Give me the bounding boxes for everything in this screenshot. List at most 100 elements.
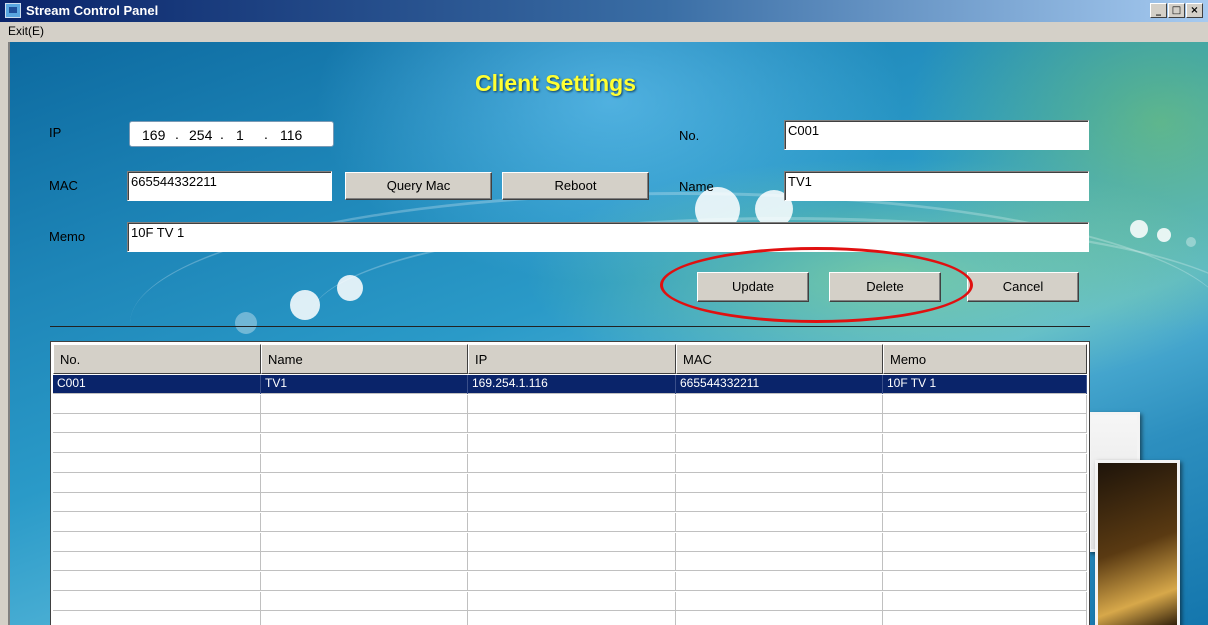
close-button[interactable]: × (1186, 3, 1203, 18)
table-cell-empty (468, 532, 676, 552)
cell-no: C001 (53, 375, 261, 394)
table-cell-empty (676, 572, 883, 591)
table-cell-empty (261, 572, 468, 591)
background-bubble (1186, 237, 1196, 247)
table-cell-empty (468, 591, 676, 611)
column-header-mac[interactable]: MAC (676, 344, 883, 374)
table-row-empty[interactable] (53, 591, 1087, 611)
menu-bar: Exit(E) (0, 22, 1208, 42)
table-cell-empty (883, 591, 1087, 611)
table-row-empty[interactable] (53, 434, 1087, 454)
clients-table[interactable]: No. Name IP MAC Memo C001 TV1 169.254.1.… (50, 341, 1090, 625)
table-cell-empty (53, 473, 261, 493)
table-row-empty[interactable] (53, 532, 1087, 552)
table-cell-empty (676, 453, 883, 473)
cell-memo: 10F TV 1 (883, 375, 1087, 394)
divider (50, 326, 1090, 327)
column-header-ip[interactable]: IP (468, 344, 676, 374)
table-cell-empty (468, 552, 676, 572)
table-row-empty[interactable] (53, 414, 1087, 434)
client-settings-panel: Client Settings IP 169 . 254 . 1 . 116 N… (8, 42, 1208, 625)
query-mac-button[interactable]: Query Mac (345, 172, 492, 200)
table-cell-empty (468, 512, 676, 532)
reboot-button[interactable]: Reboot (502, 172, 649, 200)
mac-label: MAC (49, 178, 78, 193)
name-label: Name (679, 179, 714, 194)
table-row-empty[interactable] (53, 453, 1087, 473)
table-row-empty[interactable] (53, 572, 1087, 591)
table-cell-empty (676, 394, 883, 414)
table-cell-empty (53, 611, 261, 625)
table-cell-empty (261, 512, 468, 532)
table-cell-empty (53, 532, 261, 552)
table-cell-empty (883, 453, 1087, 473)
table-row[interactable]: C001 TV1 169.254.1.116 665544332211 10F … (53, 375, 1087, 394)
background-bubble (337, 275, 363, 301)
table-cell-empty (53, 394, 261, 414)
no-field[interactable]: C001 (784, 120, 1089, 150)
delete-button[interactable]: Delete (829, 272, 941, 302)
table-cell-empty (261, 473, 468, 493)
table-cell-empty (883, 473, 1087, 493)
ip-octet-4[interactable]: 116 (280, 127, 302, 143)
ip-octet-separator: . (264, 126, 268, 142)
column-header-name[interactable]: Name (261, 344, 468, 374)
page-title: Client Settings (475, 70, 637, 96)
table-cell-empty (676, 414, 883, 434)
table-row-empty[interactable] (53, 552, 1087, 572)
update-button[interactable]: Update (697, 272, 809, 302)
mac-field[interactable]: 665544332211 (127, 171, 332, 201)
table-cell-empty (468, 473, 676, 493)
ip-label: IP (49, 125, 62, 140)
table-header: No. Name IP MAC Memo (53, 344, 1087, 374)
app-icon (5, 3, 21, 18)
table-cell-empty (261, 552, 468, 572)
decorative-photo (1095, 460, 1180, 625)
table-row-empty[interactable] (53, 512, 1087, 532)
ip-octet-1[interactable]: 169 (142, 127, 165, 143)
table-cell-empty (883, 611, 1087, 625)
cell-ip: 169.254.1.116 (468, 375, 676, 394)
memo-field[interactable]: 10F TV 1 (127, 222, 1089, 252)
ip-octet-2[interactable]: 254 (189, 127, 212, 143)
table-cell-empty (676, 473, 883, 493)
cell-mac: 665544332211 (676, 375, 883, 394)
ip-address-field[interactable]: 169 . 254 . 1 . 116 (129, 121, 334, 147)
table-row-empty[interactable] (53, 473, 1087, 493)
background-bubble (235, 312, 257, 334)
ip-octet-3[interactable]: 1 (236, 127, 244, 143)
table-cell-empty (883, 512, 1087, 532)
table-cell-empty (261, 414, 468, 434)
minimize-button[interactable]: _ (1150, 3, 1167, 18)
table-cell-empty (676, 532, 883, 552)
menu-exit[interactable]: Exit(E) (8, 24, 44, 38)
background-bubble (1130, 220, 1148, 238)
column-header-no[interactable]: No. (53, 344, 261, 374)
table-cell-empty (261, 532, 468, 552)
background-bubble (290, 290, 320, 320)
cell-name: TV1 (261, 375, 468, 394)
background-bubble (1157, 228, 1171, 242)
table-cell-empty (676, 552, 883, 572)
table-cell-empty (676, 512, 883, 532)
table-cell-empty (676, 493, 883, 513)
column-header-memo[interactable]: Memo (883, 344, 1087, 374)
name-field[interactable]: TV1 (784, 171, 1089, 201)
table-cell-empty (468, 572, 676, 591)
table-cell-empty (261, 493, 468, 513)
table-cell-empty (261, 591, 468, 611)
table-cell-empty (468, 493, 676, 513)
table-row-empty[interactable] (53, 611, 1087, 625)
table-cell-empty (676, 611, 883, 625)
table-cell-empty (883, 414, 1087, 434)
table-cell-empty (53, 552, 261, 572)
maximize-button[interactable]: □ (1168, 3, 1185, 18)
table-cell-empty (468, 414, 676, 434)
cancel-button[interactable]: Cancel (967, 272, 1079, 302)
table-row-empty[interactable] (53, 394, 1087, 414)
ip-octet-separator: . (220, 126, 224, 142)
table-cell-empty (468, 453, 676, 473)
no-label: No. (679, 128, 700, 143)
table-row-empty[interactable] (53, 493, 1087, 513)
table-cell-empty (468, 394, 676, 414)
